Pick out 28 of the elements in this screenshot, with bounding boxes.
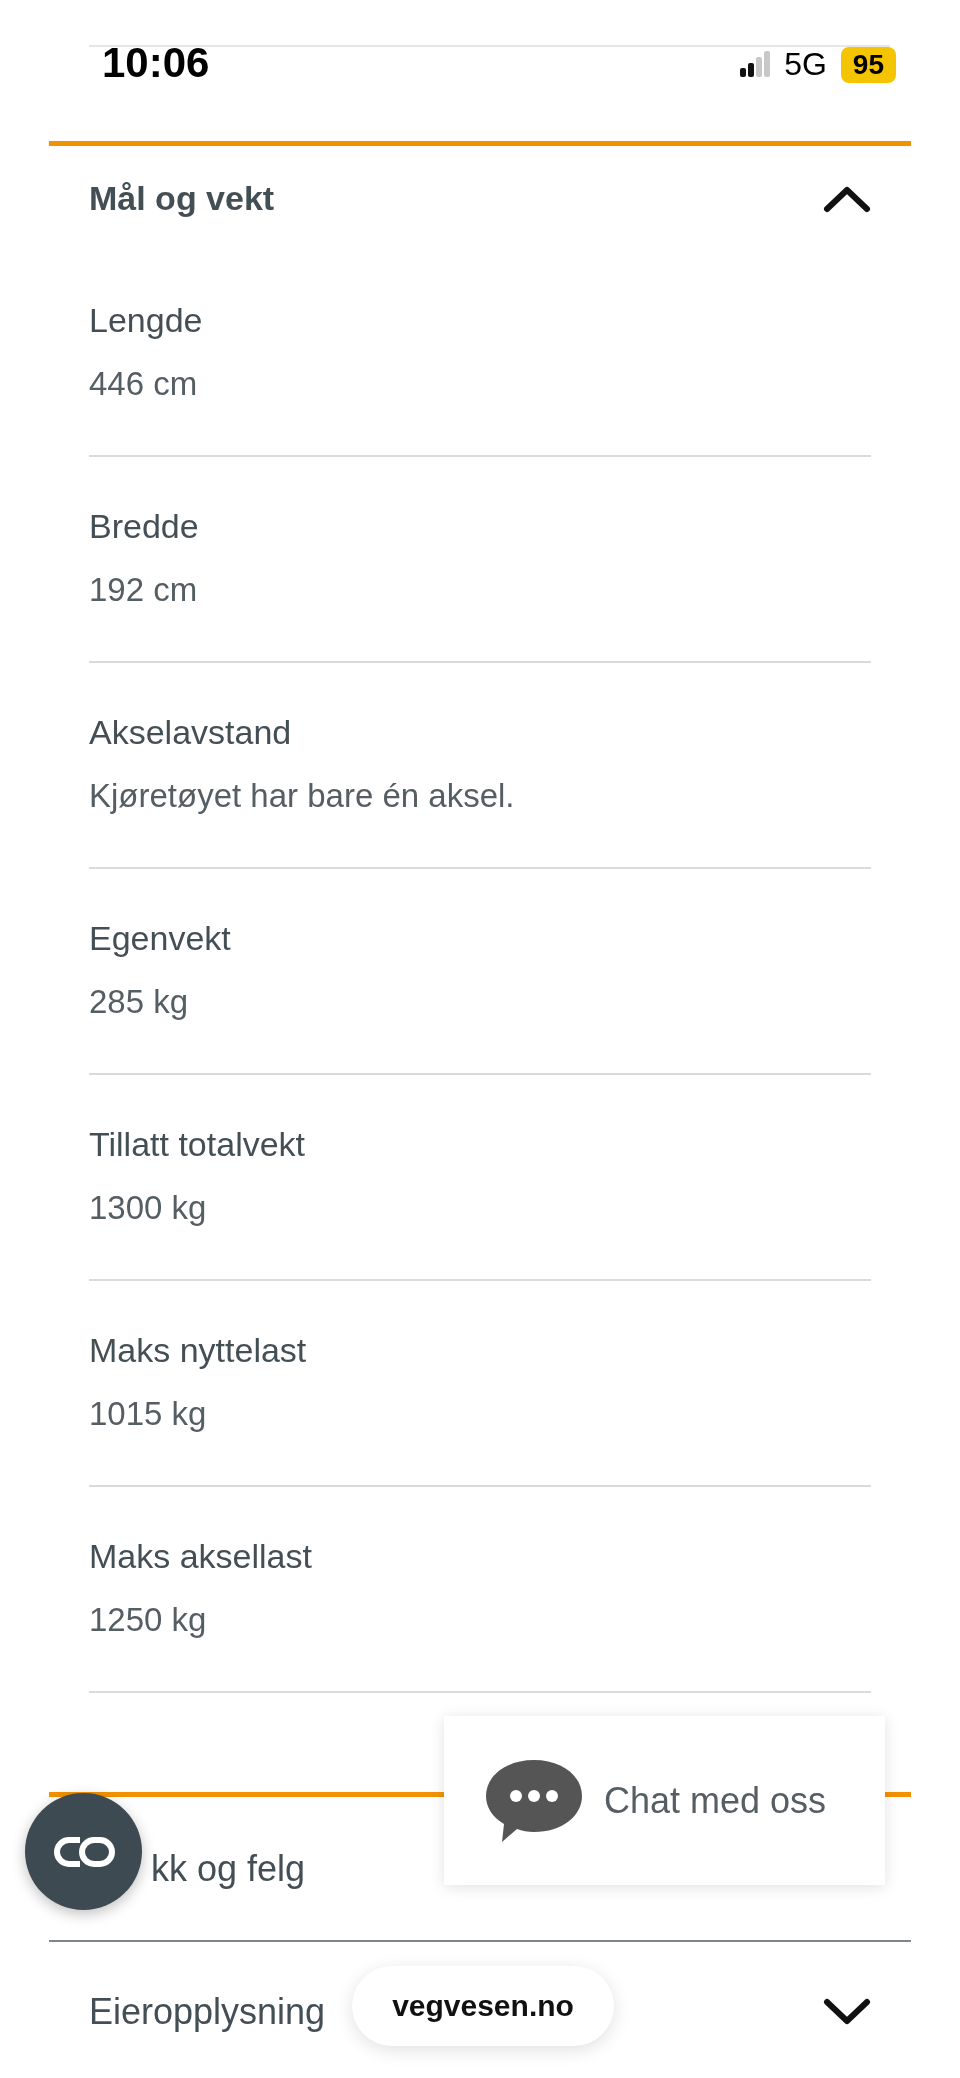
field-value: 1015 kg	[89, 1394, 208, 1434]
section-title[interactable]: Eieropplysning	[89, 1991, 326, 2033]
field-value: Kjøretøyet har bare én aksel.	[89, 776, 516, 816]
field-value: 285 kg	[89, 982, 190, 1022]
signal-icon	[740, 50, 771, 79]
field-label: Maks nyttelast	[89, 1330, 308, 1371]
field-label: Tillatt totalvekt	[89, 1124, 307, 1165]
field-label: Bredde	[89, 506, 200, 547]
section-title[interactable]: Mål og vekt	[89, 179, 275, 218]
field-label: Egenvekt	[89, 918, 232, 959]
field-value: 192 cm	[89, 570, 199, 610]
link-icon	[51, 1834, 116, 1869]
url-bar[interactable]: vegvesen.no	[352, 1966, 614, 2046]
chat-card[interactable]: Chat med oss	[444, 1716, 885, 1885]
field-label: Akselavstand	[89, 712, 293, 753]
battery-badge: 95	[840, 46, 896, 83]
field-value: 1250 kg	[89, 1600, 208, 1640]
chevron-up-icon[interactable]	[823, 184, 871, 213]
chevron-down-icon[interactable]	[823, 1998, 871, 2026]
chat-bubble-icon	[484, 1757, 584, 1844]
field-value: 446 cm	[89, 364, 199, 404]
field-label: Lengde	[89, 300, 204, 341]
reader-button[interactable]	[25, 1793, 142, 1910]
network-label: 5G	[784, 46, 827, 83]
status-time: 10:06	[102, 40, 210, 86]
field-label: Maks aksellast	[89, 1536, 313, 1577]
section-title[interactable]: kk og felg	[151, 1847, 306, 1890]
field-value: 1300 kg	[89, 1188, 208, 1228]
